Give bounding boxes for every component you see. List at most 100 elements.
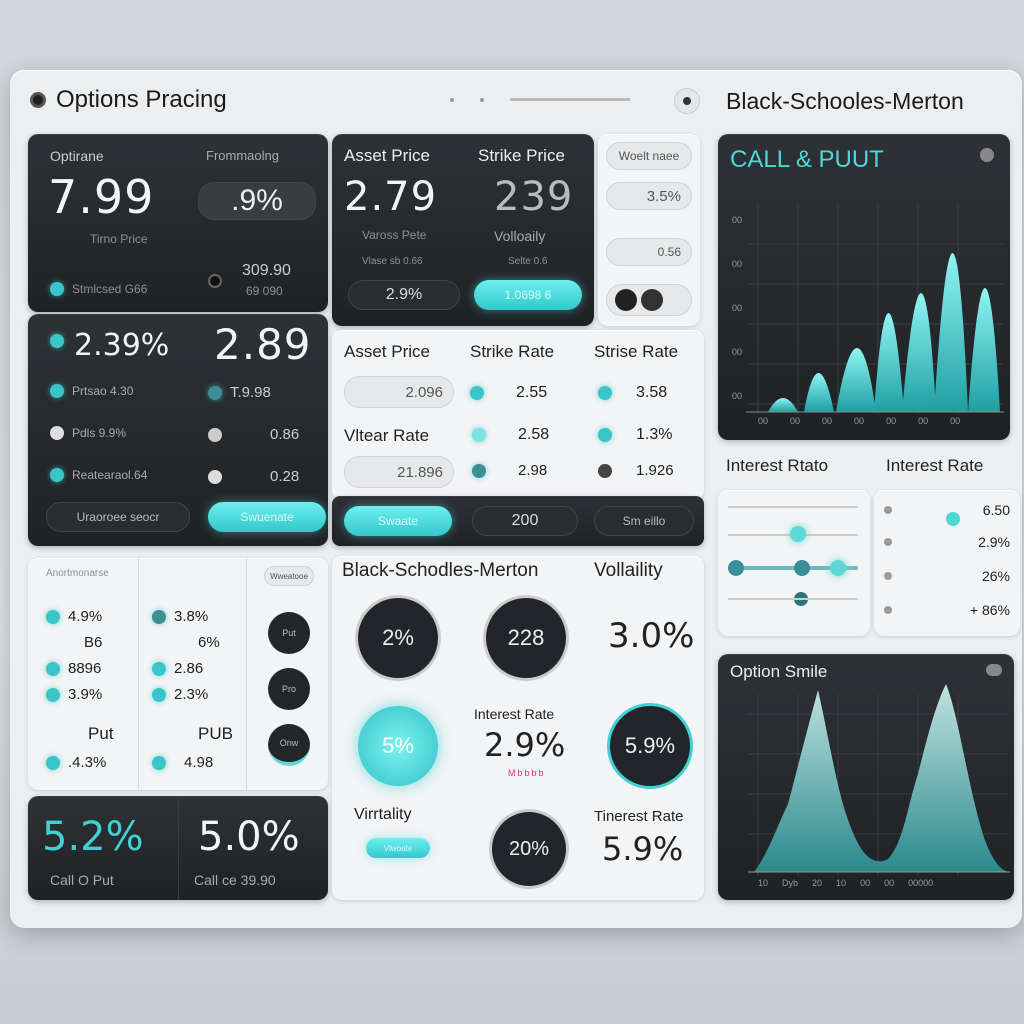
interest-rate-value: 2.9% xyxy=(484,726,566,764)
slider-thumb-icon[interactable] xyxy=(830,560,846,576)
indicator-dot-icon xyxy=(472,463,486,478)
price-sublabel: Tirno Price xyxy=(90,232,148,246)
stat-label: Stmlcsed G66 xyxy=(72,282,148,296)
mini-value-2: 0.56 xyxy=(606,238,692,266)
indicator-dot-icon xyxy=(598,386,612,400)
indicator-dot-icon xyxy=(50,282,64,296)
mini-stats-panel: Woelt naee 3.5% 0.56 xyxy=(598,134,700,326)
option-price-panel: Optirane Frommaolng 7.99 .9% Tirno Price… xyxy=(28,134,328,312)
y-tick-label: 00 xyxy=(732,347,743,357)
x-tick-label: 00 xyxy=(790,416,801,426)
col-value: B6 xyxy=(84,634,103,651)
option-smile-panel: Option Smile 10 Dyb 20 10 00 00 00000 xyxy=(718,654,1014,900)
indicator-dot-icon xyxy=(50,384,64,398)
action-strip: Swaate 200 Sm eillo xyxy=(332,496,704,546)
call-put-y-ticks: 00 00 00 00 00 xyxy=(732,198,742,418)
call-put-total-left: 5.2% xyxy=(42,814,144,860)
mini-value-1: 3.5% xyxy=(606,182,692,210)
col-value: 4.9% xyxy=(68,608,103,625)
y-tick-label: 00 xyxy=(732,391,743,401)
interest-value: 6.50 xyxy=(982,502,1010,518)
col-value: 6% xyxy=(198,634,220,651)
x-tick-label: 00 xyxy=(860,878,871,888)
toggle-group[interactable] xyxy=(606,284,692,316)
grid-header-strike: Strike Rate xyxy=(470,342,555,361)
rate-value-left: 2.39% xyxy=(74,328,170,363)
settings-icon[interactable] xyxy=(674,88,700,114)
indicator-dot-icon xyxy=(50,468,64,482)
asset-price-value: 2.79 xyxy=(344,174,438,220)
row-value: 0.28 xyxy=(270,468,300,485)
rates-grid-panel: Asset Price Strike Rate Strise Rate 2.09… xyxy=(332,330,704,500)
put-value: 4.98 xyxy=(184,754,214,771)
interest-rate-right-title: Interest Rate xyxy=(886,456,984,475)
mini-title: Woelt naee xyxy=(606,142,692,170)
col-value: 8896 xyxy=(68,660,102,677)
call-put-bar xyxy=(804,373,834,412)
interest-rate-value: 5.9% xyxy=(602,830,684,868)
put-round-button[interactable]: Put xyxy=(268,612,310,654)
stat-value-bottom: 69 090 xyxy=(246,284,283,298)
grid-cell[interactable]: 21.896 xyxy=(344,456,454,488)
option-price-value: 7.99 xyxy=(48,170,155,224)
interest-values-panel: 6.50 2.9% 26% + 86% xyxy=(874,490,1020,636)
x-tick-label: 20 xyxy=(812,878,823,888)
strike-price-value: 239 xyxy=(494,174,574,220)
call-put-label-left: Call O Put xyxy=(50,872,114,888)
rate-circle[interactable]: 20% xyxy=(492,812,566,886)
apply-pill-button[interactable]: 1.0698 6 xyxy=(474,280,582,310)
option-smile-chart xyxy=(748,684,1010,876)
rate-circle[interactable]: 228 xyxy=(486,598,566,678)
toggle-icon[interactable] xyxy=(615,289,637,311)
call-put-chart xyxy=(746,204,1004,414)
indicator-dot-icon xyxy=(598,428,612,442)
interest-value: + 86% xyxy=(969,602,1010,618)
smile-button[interactable]: Sm eillo xyxy=(594,506,694,536)
own-round-button[interactable]: Onw xyxy=(268,724,310,766)
call-put-bar xyxy=(968,288,1000,412)
col-value: 3.8% xyxy=(174,608,209,625)
interest-rate-left-title: Interest Rtato xyxy=(726,456,829,475)
volatility-pill-button[interactable]: Vlwoate xyxy=(366,838,430,858)
indicator-dot-icon xyxy=(152,688,166,702)
secondary-button[interactable]: Uraoroee seocr xyxy=(46,502,190,532)
app-title: Options Pracing xyxy=(56,86,227,113)
toggle-icon[interactable] xyxy=(641,289,663,311)
rate-circle[interactable]: 5.9% xyxy=(610,706,690,786)
call-put-bar xyxy=(902,293,936,412)
interest-rate-label: Tinerest Rate xyxy=(594,808,684,825)
x-tick-label: 00 xyxy=(950,416,961,426)
interest-slider-panel xyxy=(718,490,870,636)
asset-price-label: Asset Price xyxy=(344,146,430,165)
panel-label-right: Frommaolng xyxy=(206,148,279,163)
grid-cell[interactable]: 2.096 xyxy=(344,376,454,408)
volatility-title: Vollaility xyxy=(594,560,663,581)
row-value: 0.86 xyxy=(270,426,300,443)
toggle-knob-icon[interactable] xyxy=(208,274,222,288)
x-tick-label: 00 xyxy=(822,416,833,426)
indicator-dot-icon xyxy=(152,755,166,770)
grid-cell: 3.58 xyxy=(636,384,668,401)
slider-thumb-icon[interactable] xyxy=(790,526,806,542)
smile-curve xyxy=(754,684,1008,872)
x-tick-label: 00 xyxy=(918,416,929,426)
rate-pill[interactable]: 2.9% xyxy=(348,280,460,310)
simulate-button[interactable]: Swuenate xyxy=(208,502,326,532)
grid-header-strise: Strise Rate xyxy=(594,342,679,361)
indicator-dot-icon xyxy=(598,463,612,478)
x-tick-label: Dyb xyxy=(782,878,799,888)
pro-round-button[interactable]: Pro xyxy=(268,668,310,710)
volatility-circle[interactable]: 2% xyxy=(358,598,438,678)
simulate-button[interactable]: Swaate xyxy=(344,506,452,536)
bsm-title: Black-Schodles-Merton xyxy=(342,560,539,581)
value-button[interactable]: 200 xyxy=(472,506,578,536)
put-label-right: PUB xyxy=(198,724,233,743)
put-value: .4.3% xyxy=(68,754,107,771)
slider-thumb-icon[interactable] xyxy=(728,560,744,576)
rate-circle-active[interactable]: 5% xyxy=(358,706,438,786)
grid-header-asset: Asset Price xyxy=(344,342,430,361)
slider-thumb-icon[interactable] xyxy=(794,560,810,576)
strike-small-label: Selte 0.6 xyxy=(508,256,548,267)
marker-icon xyxy=(946,512,960,526)
indicator-dot-icon xyxy=(152,610,166,624)
